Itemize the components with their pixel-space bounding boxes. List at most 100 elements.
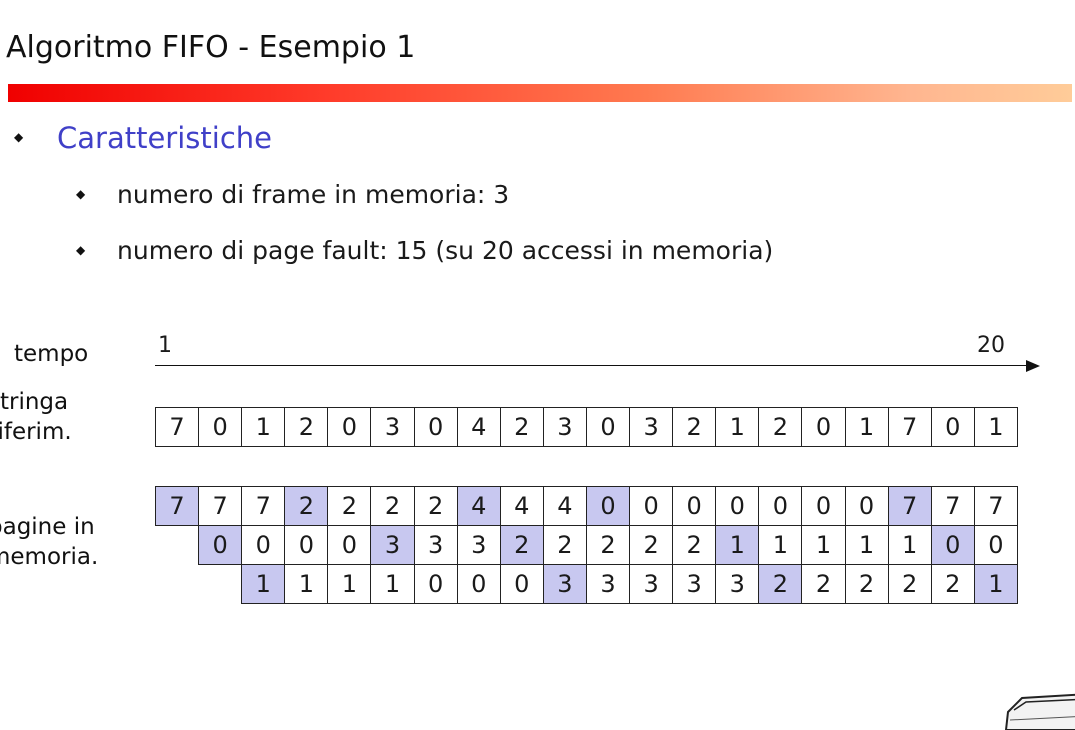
label-stringa: stringa — [0, 389, 69, 415]
reference-cell: 4 — [456, 407, 501, 447]
empty-cell — [156, 565, 199, 604]
reference-cell: 0 — [413, 407, 458, 447]
reference-cell: 2 — [758, 407, 803, 447]
memory-cell: 7 — [887, 486, 932, 526]
memory-frames-table: 7772222444000000077700003332222211111001… — [154, 486, 1018, 604]
memory-cell: 2 — [542, 525, 587, 565]
memory-cell: 2 — [327, 486, 372, 526]
reference-cell: 1 — [241, 407, 286, 447]
bullet-icon: ◆ — [76, 187, 86, 201]
memory-cell: 0 — [758, 486, 803, 526]
reference-cell: 0 — [585, 407, 631, 447]
memory-cell: 3 — [542, 564, 587, 604]
reference-cell: 7 — [154, 407, 200, 447]
reference-cell: 2 — [672, 407, 717, 447]
bullet-icon: ◆ — [76, 243, 86, 257]
memory-cell: 7 — [241, 486, 286, 526]
reference-string-row: 70120304230321201701 — [154, 407, 1018, 447]
memory-cell: 0 — [844, 486, 889, 526]
label-pagine-in: pagine in — [0, 514, 95, 540]
memory-cell: 3 — [370, 525, 415, 565]
memory-cell: 0 — [241, 525, 286, 565]
memory-cell: 7 — [930, 486, 975, 526]
memory-cell: 0 — [327, 525, 372, 565]
reference-cell: 7 — [887, 407, 932, 447]
memory-cell: 7 — [973, 486, 1018, 526]
reference-cell: 1 — [844, 407, 889, 447]
memory-cell: 0 — [499, 564, 544, 604]
memory-cell: 4 — [542, 486, 587, 526]
memory-cell: 3 — [629, 564, 674, 604]
memory-cell: 1 — [284, 564, 329, 604]
reference-cell: 2 — [284, 407, 329, 447]
memory-cell: 2 — [585, 525, 631, 565]
reference-string-table: 70120304230321201701 — [154, 407, 1018, 447]
section-heading: Caratteristiche — [57, 121, 272, 155]
memory-cell: 0 — [715, 486, 760, 526]
memory-cell: 7 — [154, 486, 200, 526]
label-memoria: memoria. — [0, 544, 99, 570]
memory-cell: 0 — [973, 525, 1018, 565]
memory-frame-row-3: 111100033333222221 — [156, 564, 1018, 604]
page-title: Algoritmo FIFO - Esempio 1 — [6, 30, 416, 65]
memory-cell: 3 — [456, 525, 501, 565]
page-curl-icon — [1004, 693, 1075, 730]
memory-cell: 1 — [715, 525, 760, 565]
label-pagine-memoria: pagine in memoria. — [0, 512, 98, 572]
memory-cell: 2 — [499, 525, 544, 565]
reference-cell: 3 — [370, 407, 415, 447]
memory-cell: 2 — [887, 564, 932, 604]
memory-cell: 3 — [585, 564, 631, 604]
bullet-item-frames: numero di frame in memoria: 3 — [117, 180, 510, 209]
arrow-right-icon — [1026, 360, 1040, 372]
memory-cell: 1 — [370, 564, 415, 604]
reference-cell: 0 — [930, 407, 975, 447]
label-tempo: tempo — [14, 341, 89, 367]
memory-cell: 1 — [887, 525, 932, 565]
memory-cell: 2 — [284, 486, 329, 526]
memory-cell: 2 — [801, 564, 846, 604]
memory-cell: 0 — [629, 486, 674, 526]
memory-cell: 2 — [930, 564, 975, 604]
memory-cell: 1 — [758, 525, 803, 565]
empty-cell — [156, 526, 199, 565]
memory-cell: 7 — [198, 486, 243, 526]
memory-cell: 2 — [629, 525, 674, 565]
memory-frame-row-2: 0000333222221111100 — [156, 525, 1018, 565]
memory-cell: 0 — [930, 525, 975, 565]
reference-cell: 1 — [973, 407, 1018, 447]
memory-frame-row-1: 77722224440000000777 — [154, 486, 1018, 526]
memory-cell: 3 — [672, 564, 717, 604]
memory-cell: 1 — [844, 525, 889, 565]
memory-cell: 0 — [284, 525, 329, 565]
memory-cell: 2 — [844, 564, 889, 604]
memory-cell: 0 — [198, 525, 243, 565]
bullet-icon: ◆ — [14, 130, 24, 144]
memory-cell: 2 — [370, 486, 415, 526]
memory-cell: 0 — [672, 486, 717, 526]
memory-cell: 3 — [413, 525, 458, 565]
reference-cell: 1 — [715, 407, 760, 447]
memory-cell: 1 — [241, 564, 286, 604]
memory-cell: 1 — [801, 525, 846, 565]
time-axis-end: 20 — [977, 333, 1005, 358]
memory-cell: 2 — [672, 525, 717, 565]
time-axis-start: 1 — [158, 333, 172, 358]
reference-cell: 0 — [801, 407, 846, 447]
memory-cell: 4 — [499, 486, 544, 526]
memory-cell: 1 — [973, 564, 1018, 604]
memory-cell: 2 — [758, 564, 803, 604]
label-stringa-riferim: stringa riferim. — [0, 387, 72, 447]
memory-cell: 3 — [715, 564, 760, 604]
memory-cell: 0 — [585, 486, 631, 526]
label-riferim: riferim. — [0, 419, 72, 445]
memory-cell: 0 — [456, 564, 501, 604]
reference-cell: 2 — [499, 407, 544, 447]
memory-cell: 0 — [801, 486, 846, 526]
memory-cell: 1 — [327, 564, 372, 604]
reference-cell: 3 — [629, 407, 674, 447]
reference-cell: 0 — [327, 407, 372, 447]
memory-cell: 4 — [456, 486, 501, 526]
empty-cell — [199, 565, 242, 604]
bullet-item-page-faults: numero di page fault: 15 (su 20 accessi … — [117, 236, 774, 265]
